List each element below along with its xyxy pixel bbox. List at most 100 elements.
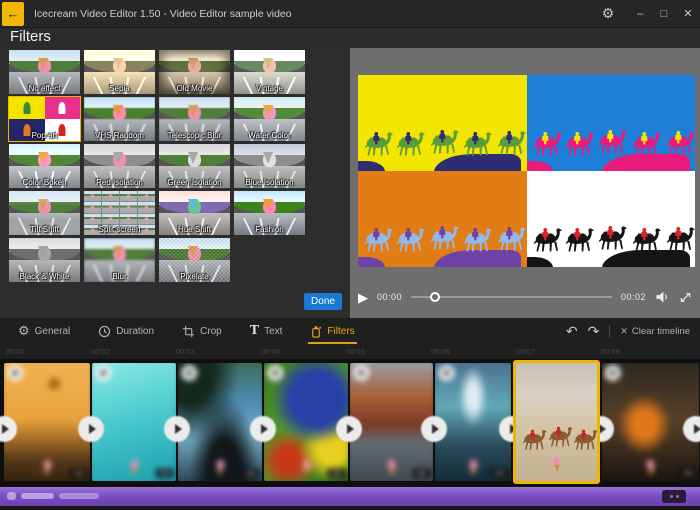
clip-thumbnail bbox=[178, 363, 262, 481]
seek-bar[interactable] bbox=[411, 296, 612, 298]
filter-preview-art bbox=[9, 238, 80, 282]
filter-thumb-sepia[interactable]: Sepia bbox=[84, 50, 155, 94]
filter-thumb-vintage[interactable]: Vintage bbox=[234, 50, 305, 94]
popart-quad-4 bbox=[527, 171, 696, 267]
audio-label-blur bbox=[59, 493, 99, 499]
filter-thumb-color-bokeh[interactable]: Color Bokeh bbox=[9, 144, 80, 188]
transition-button[interactable] bbox=[164, 416, 190, 442]
preview-panel: ▶ 00:00 00:02 bbox=[350, 48, 700, 318]
transition-button[interactable] bbox=[336, 416, 362, 442]
timeline-ruler: 00:0100:0200:0300:0400:0500:0600:0700:08 bbox=[0, 344, 700, 359]
timeline-track bbox=[0, 359, 700, 487]
filter-preview-art bbox=[234, 191, 305, 235]
camel-figure bbox=[568, 428, 600, 451]
done-button[interactable]: Done bbox=[304, 293, 342, 310]
icecream-watermark-icon bbox=[387, 460, 396, 476]
video-frame bbox=[358, 75, 695, 267]
app-window: ← Icecream Video Editor 1.50 - Video Edi… bbox=[0, 0, 700, 510]
tab-label: Crop bbox=[200, 326, 222, 337]
filter-thumb-hue-shift[interactable]: Hue Shift bbox=[159, 191, 230, 235]
filter-thumb-water-color[interactable]: Water Color bbox=[234, 97, 305, 141]
settings-gear-icon[interactable]: ⚙ bbox=[596, 0, 620, 28]
tab-filters[interactable]: Filters bbox=[308, 318, 356, 344]
icecream-watermark-icon bbox=[553, 457, 561, 472]
timeline-clip-beach-palm[interactable] bbox=[178, 363, 262, 481]
filter-thumb-red-isolation[interactable]: Red Isolation bbox=[84, 144, 155, 188]
filter-thumb-pixelate[interactable]: Pixelate bbox=[159, 238, 230, 282]
filter-thumb-green-isolation[interactable]: Green Isolation bbox=[159, 144, 230, 188]
filter-thumb-no-effect[interactable]: No effect bbox=[9, 50, 80, 94]
filter-preview-art bbox=[159, 238, 230, 282]
timeline-clip-balloon-desert[interactable] bbox=[4, 363, 90, 481]
filter-preview-art bbox=[159, 144, 230, 188]
clip-thumbnail bbox=[4, 363, 90, 481]
tab-text[interactable]: TText bbox=[248, 318, 285, 344]
audio-track[interactable] bbox=[0, 487, 700, 506]
filter-preview-art bbox=[234, 144, 305, 188]
ruler-label: 00:05 bbox=[346, 347, 365, 356]
clip-duration-badge bbox=[490, 468, 508, 478]
audio-volume-badge[interactable] bbox=[662, 490, 686, 503]
camel-figure bbox=[660, 225, 695, 252]
transition-button[interactable] bbox=[250, 416, 276, 442]
filter-preview-art bbox=[9, 191, 80, 235]
fullscreen-icon[interactable] bbox=[679, 291, 692, 304]
edit-toolbar: ⚙ General Duration Crop TText Filters ↶ ↷ ✕ C… bbox=[0, 318, 700, 344]
timeline-clip-parrot[interactable] bbox=[264, 363, 348, 481]
filter-thumb-telescopic-blur[interactable]: Telescopic Blur bbox=[159, 97, 230, 141]
tab-crop[interactable]: Crop bbox=[180, 318, 224, 344]
clip-duration-badge bbox=[242, 468, 260, 478]
filter-preview-art bbox=[84, 97, 155, 141]
tab-general[interactable]: ⚙ General bbox=[16, 318, 72, 344]
filter-thumb-black-white[interactable]: Black & White bbox=[9, 238, 80, 282]
filter-thumb-old-movie[interactable]: Old Movie bbox=[159, 50, 230, 94]
total-time: 00:02 bbox=[621, 292, 646, 302]
seek-knob[interactable] bbox=[430, 292, 440, 302]
play-button[interactable]: ▶ bbox=[358, 291, 368, 304]
clear-x-icon: ✕ bbox=[620, 326, 628, 337]
tab-label: Duration bbox=[116, 326, 154, 337]
close-button[interactable]: ✕ bbox=[676, 0, 700, 28]
volume-icon[interactable] bbox=[655, 290, 670, 304]
undo-icon[interactable]: ↶ bbox=[566, 324, 578, 338]
general-icon: ⚙ bbox=[18, 323, 30, 339]
filter-thumb-split-screen[interactable]: Split screen bbox=[84, 191, 155, 235]
audio-note-icon bbox=[7, 492, 16, 500]
filter-thumb-pop-art[interactable]: Pop art bbox=[9, 97, 80, 141]
timeline-clip-desert-road[interactable] bbox=[350, 363, 433, 481]
popart-quad-2 bbox=[527, 75, 696, 171]
toolbar-right: ↶ ↷ ✕ Clear timeline bbox=[566, 324, 700, 338]
filters-panel: No effectSepiaOld MovieVintage Pop artVHS… bbox=[0, 48, 350, 318]
filter-thumb-tilt-shift[interactable]: Tilt Shift bbox=[9, 191, 80, 235]
tab-duration[interactable]: Duration bbox=[96, 318, 156, 344]
filter-thumb-blue-isolation[interactable]: Blue Isolation bbox=[234, 144, 305, 188]
tab-label: General bbox=[35, 326, 71, 337]
filter-thumb-vhs-random[interactable]: VHS Random bbox=[84, 97, 155, 141]
clip-effect-icon bbox=[438, 365, 454, 381]
clear-timeline-button[interactable]: ✕ Clear timeline bbox=[620, 326, 690, 337]
clip-effect-icon bbox=[7, 365, 23, 381]
timeline-clip-teal-gradient[interactable] bbox=[92, 363, 176, 481]
camel-figure bbox=[491, 225, 526, 252]
minimize-button[interactable]: – bbox=[628, 0, 652, 28]
filter-preview-art bbox=[159, 97, 230, 141]
filter-preview-art bbox=[159, 50, 230, 94]
transition-button[interactable] bbox=[78, 416, 104, 442]
filter-preview-art bbox=[9, 144, 80, 188]
toolbar-tabs: ⚙ General Duration Crop TText Filters bbox=[16, 318, 357, 344]
ruler-label: 00:06 bbox=[431, 347, 450, 356]
transition-button[interactable] bbox=[421, 416, 447, 442]
audio-label-blur bbox=[21, 493, 54, 499]
redo-icon[interactable]: ↷ bbox=[588, 324, 600, 338]
filter-preview-art bbox=[159, 191, 230, 235]
back-button[interactable]: ← bbox=[2, 2, 24, 26]
filter-thumb-fashion[interactable]: Fashion bbox=[234, 191, 305, 235]
clip-effect-icon bbox=[605, 365, 621, 381]
filter-thumb-blur[interactable]: Blur bbox=[84, 238, 155, 282]
maximize-button[interactable]: □ bbox=[652, 0, 676, 28]
icecream-watermark-icon bbox=[646, 460, 655, 476]
heading-row: Filters bbox=[0, 28, 700, 48]
back-arrow-icon: ← bbox=[7, 6, 20, 21]
timeline-clip-camel-caravan[interactable] bbox=[513, 360, 600, 484]
filter-preview-art bbox=[9, 97, 80, 141]
